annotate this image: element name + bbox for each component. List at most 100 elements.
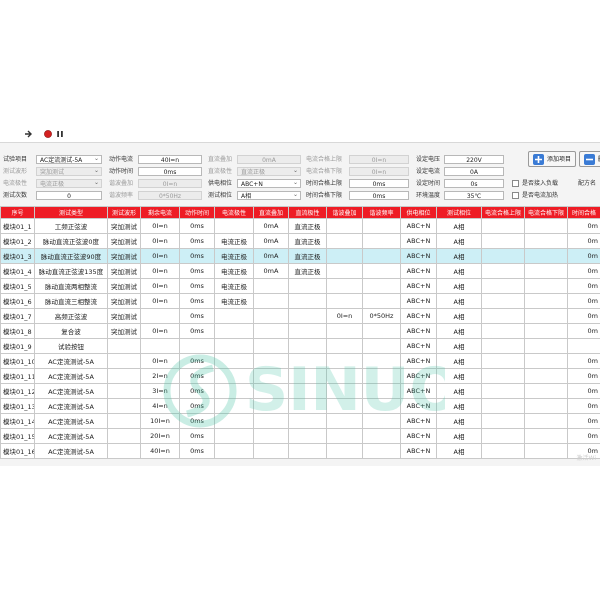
table-cell[interactable]: A相 [436,368,482,384]
table-cell[interactable] [524,263,568,279]
table-cell[interactable]: 突加测试 [107,308,141,324]
table-cell[interactable] [362,323,401,339]
table-cell[interactable] [524,293,568,309]
table-cell[interactable] [214,323,254,339]
table-cell[interactable]: A相 [436,398,482,414]
table-cell[interactable] [524,248,568,264]
table-cell[interactable] [214,383,254,399]
arrow-icon[interactable] [24,129,34,139]
table-cell[interactable]: 0ms [179,278,215,294]
table-row[interactable]: 模块01_8 复合波 突加测试 0I=n 0ms ABC+N A相 0m [0,323,600,339]
table-row[interactable]: 模块01_13 AC定流测试-5A 4I=n 0ms ABC+N A相 0m [0,398,600,414]
table-cell[interactable]: 0ms [179,383,215,399]
table-cell[interactable]: 模块01_13 [0,398,35,414]
table-cell[interactable] [253,413,289,429]
form-field[interactable]: 40I=n [138,155,202,164]
table-cell[interactable] [481,413,525,429]
table-cell[interactable]: AC定流测试-5A [34,413,108,429]
table-cell[interactable]: 模块01_5 [0,278,35,294]
table-cell[interactable]: 0I=n [140,263,180,279]
column-header[interactable]: 电流极性 [214,206,254,219]
table-cell[interactable] [214,308,254,324]
column-header[interactable]: 测试波形 [107,206,141,219]
table-cell[interactable] [253,383,289,399]
column-header[interactable]: 剩余电流 [140,206,180,219]
table-row[interactable]: 模块01_2 脉动直流正弦波0度 突加测试 0I=n 0ms 电流正极 0mA 直流正极 ABC… [0,233,600,249]
table-cell[interactable] [253,293,289,309]
table-cell[interactable] [524,308,568,324]
table-cell[interactable] [481,308,525,324]
table-cell[interactable]: 0mA [253,248,289,264]
table-cell[interactable]: 0m [567,353,600,369]
table-cell[interactable] [481,443,525,459]
table-row[interactable]: 模块01_10 AC定流测试-5A 0I=n 0ms ABC+N A相 0m [0,353,600,369]
table-cell[interactable] [326,323,363,339]
table-cell[interactable]: 模块01_6 [0,293,35,309]
table-cell[interactable] [107,428,141,444]
table-cell[interactable] [326,443,363,459]
table-cell[interactable]: 模块01_16 [0,443,35,459]
table-cell[interactable] [524,338,568,354]
table-cell[interactable] [288,383,327,399]
table-cell[interactable]: 0m [567,218,600,234]
table-cell[interactable]: 0ms [179,368,215,384]
table-cell[interactable]: 模块01_2 [0,233,35,249]
table-row[interactable]: 模块01_12 AC定流测试-5A 3I=n 0ms ABC+N A相 0m [0,383,600,399]
table-cell[interactable]: AC定流测试-5A [34,428,108,444]
form-field[interactable]: 0ms [349,191,409,200]
table-cell[interactable] [326,338,363,354]
table-cell[interactable]: 0I=n [140,293,180,309]
table-cell[interactable]: 3I=n [140,383,180,399]
table-cell[interactable]: A相 [436,338,482,354]
table-cell[interactable]: 模块01_12 [0,383,35,399]
table-cell[interactable] [481,338,525,354]
table-cell[interactable] [107,353,141,369]
table-cell[interactable] [288,443,327,459]
table-cell[interactable]: 0mA [253,218,289,234]
table-cell[interactable] [107,398,141,414]
table-cell[interactable]: 突加测试 [107,323,141,339]
table-cell[interactable] [362,353,401,369]
table-cell[interactable] [524,428,568,444]
column-header[interactable]: 动作时间 [179,206,215,219]
table-cell[interactable] [524,323,568,339]
table-cell[interactable]: 突加测试 [107,263,141,279]
column-header[interactable]: 直流极性 [288,206,327,219]
table-cell[interactable]: 0ms [179,248,215,264]
table-cell[interactable] [214,398,254,414]
table-cell[interactable]: 突加测试 [107,293,141,309]
table-cell[interactable]: ABC+N [400,233,437,249]
table-cell[interactable] [253,368,289,384]
table-cell[interactable]: 0ms [179,443,215,459]
table-cell[interactable] [179,338,215,354]
table-cell[interactable]: 0mA [253,233,289,249]
table-cell[interactable]: 0ms [179,398,215,414]
table-cell[interactable]: ABC+N [400,248,437,264]
table-cell[interactable] [481,398,525,414]
column-header[interactable]: 供电相位 [400,206,437,219]
table-cell[interactable]: 0m [567,323,600,339]
table-cell[interactable]: 模块01_7 [0,308,35,324]
table-cell[interactable] [524,413,568,429]
column-header[interactable]: 谐波叠加 [326,206,363,219]
table-cell[interactable] [481,353,525,369]
table-cell[interactable]: 模块01_14 [0,413,35,429]
table-cell[interactable] [140,308,180,324]
table-cell[interactable]: ABC+N [400,278,437,294]
table-cell[interactable]: 直流正极 [288,233,327,249]
table-cell[interactable]: ABC+N [400,338,437,354]
table-cell[interactable]: 0ms [179,233,215,249]
table-cell[interactable]: A相 [436,218,482,234]
table-cell[interactable] [253,338,289,354]
table-row[interactable]: 模块01_16 AC定流测试-5A 40I=n 0ms ABC+N A相 0m [0,443,600,459]
table-cell[interactable] [253,353,289,369]
column-header[interactable]: 谐波频率 [362,206,401,219]
table-cell[interactable]: 脉动直流正弦波0度 [34,233,108,249]
form-field[interactable]: 0ms [138,167,202,176]
table-cell[interactable] [326,383,363,399]
table-cell[interactable] [326,278,363,294]
column-header[interactable]: 序号 [0,206,35,219]
table-cell[interactable]: 突加测试 [107,233,141,249]
table-cell[interactable]: 0ms [179,263,215,279]
table-cell[interactable]: A相 [436,278,482,294]
